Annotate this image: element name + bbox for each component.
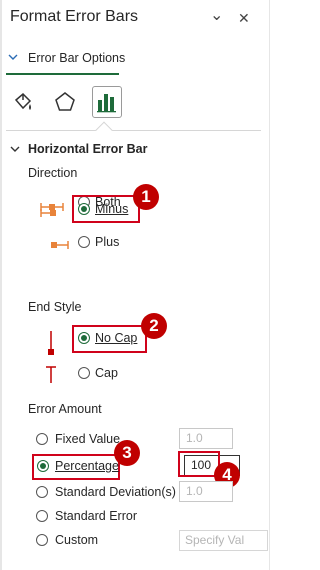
direction-plus-radio[interactable] (78, 236, 90, 248)
callout-badge-2: 2 (141, 313, 167, 339)
pane-left-border (0, 0, 2, 570)
pane-right-border (269, 0, 270, 570)
specify-value-button[interactable]: Specify Val (179, 530, 268, 551)
end-style-cap-radio[interactable] (78, 367, 90, 379)
fixed-value-label[interactable]: Fixed Value (55, 432, 120, 446)
close-icon[interactable]: ✕ (238, 11, 250, 25)
fill-line-icon (14, 92, 32, 110)
no-cap-marker-icon (48, 331, 54, 355)
format-error-bars-pane: Format Error Bars ⌄ ✕ Error Bar Options … (0, 0, 270, 570)
error-bar-options-dropdown[interactable]: Error Bar Options (28, 51, 125, 65)
standard-deviation-input[interactable]: 1.0 (179, 481, 233, 502)
custom-radio[interactable] (36, 534, 48, 546)
end-style-cap-label[interactable]: Cap (95, 366, 118, 380)
error-bar-options-icon (97, 94, 116, 113)
standard-deviation-radio[interactable] (36, 486, 48, 498)
direction-plus-label[interactable]: Plus (95, 235, 119, 249)
fixed-value-input[interactable]: 1.0 (179, 428, 233, 449)
standard-deviation-label[interactable]: Standard Deviation(s) (55, 485, 176, 499)
percentage-radio[interactable] (37, 460, 49, 472)
plus-marker-icon (51, 241, 69, 249)
section-title[interactable]: Horizontal Error Bar (28, 142, 147, 156)
effects-tab[interactable] (50, 86, 80, 118)
end-style-no-cap-label[interactable]: No Cap (95, 331, 137, 345)
fixed-value-radio[interactable] (36, 433, 48, 445)
cap-marker-icon (46, 366, 56, 383)
minus-marker-icon (40, 209, 56, 217)
error-amount-label: Error Amount (28, 402, 102, 416)
end-style-label: End Style (28, 300, 82, 314)
custom-label[interactable]: Custom (55, 533, 98, 547)
direction-minus-radio[interactable] (78, 203, 90, 215)
callout-badge-1: 1 (133, 184, 159, 210)
fill-line-tab[interactable] (8, 86, 38, 118)
error-bar-options-tab[interactable] (92, 86, 122, 118)
percentage-label[interactable]: Percentage (55, 459, 119, 473)
effects-pentagon-icon (55, 92, 75, 111)
active-tab-pointer (95, 121, 113, 139)
direction-minus-label[interactable]: Minus (95, 202, 128, 216)
tab-divider (6, 130, 261, 131)
standard-error-label[interactable]: Standard Error (55, 509, 137, 523)
pane-title: Format Error Bars (10, 8, 139, 25)
section-chevron-down-icon[interactable] (10, 142, 20, 156)
callout-badge-3: 3 (114, 440, 140, 466)
end-style-no-cap-radio[interactable] (78, 332, 90, 344)
options-header-underline (6, 73, 119, 75)
standard-error-radio[interactable] (36, 510, 48, 522)
direction-label: Direction (28, 166, 78, 180)
chevron-down-icon[interactable] (8, 50, 18, 64)
task-pane-options-icon[interactable]: ⌄ (210, 8, 223, 24)
